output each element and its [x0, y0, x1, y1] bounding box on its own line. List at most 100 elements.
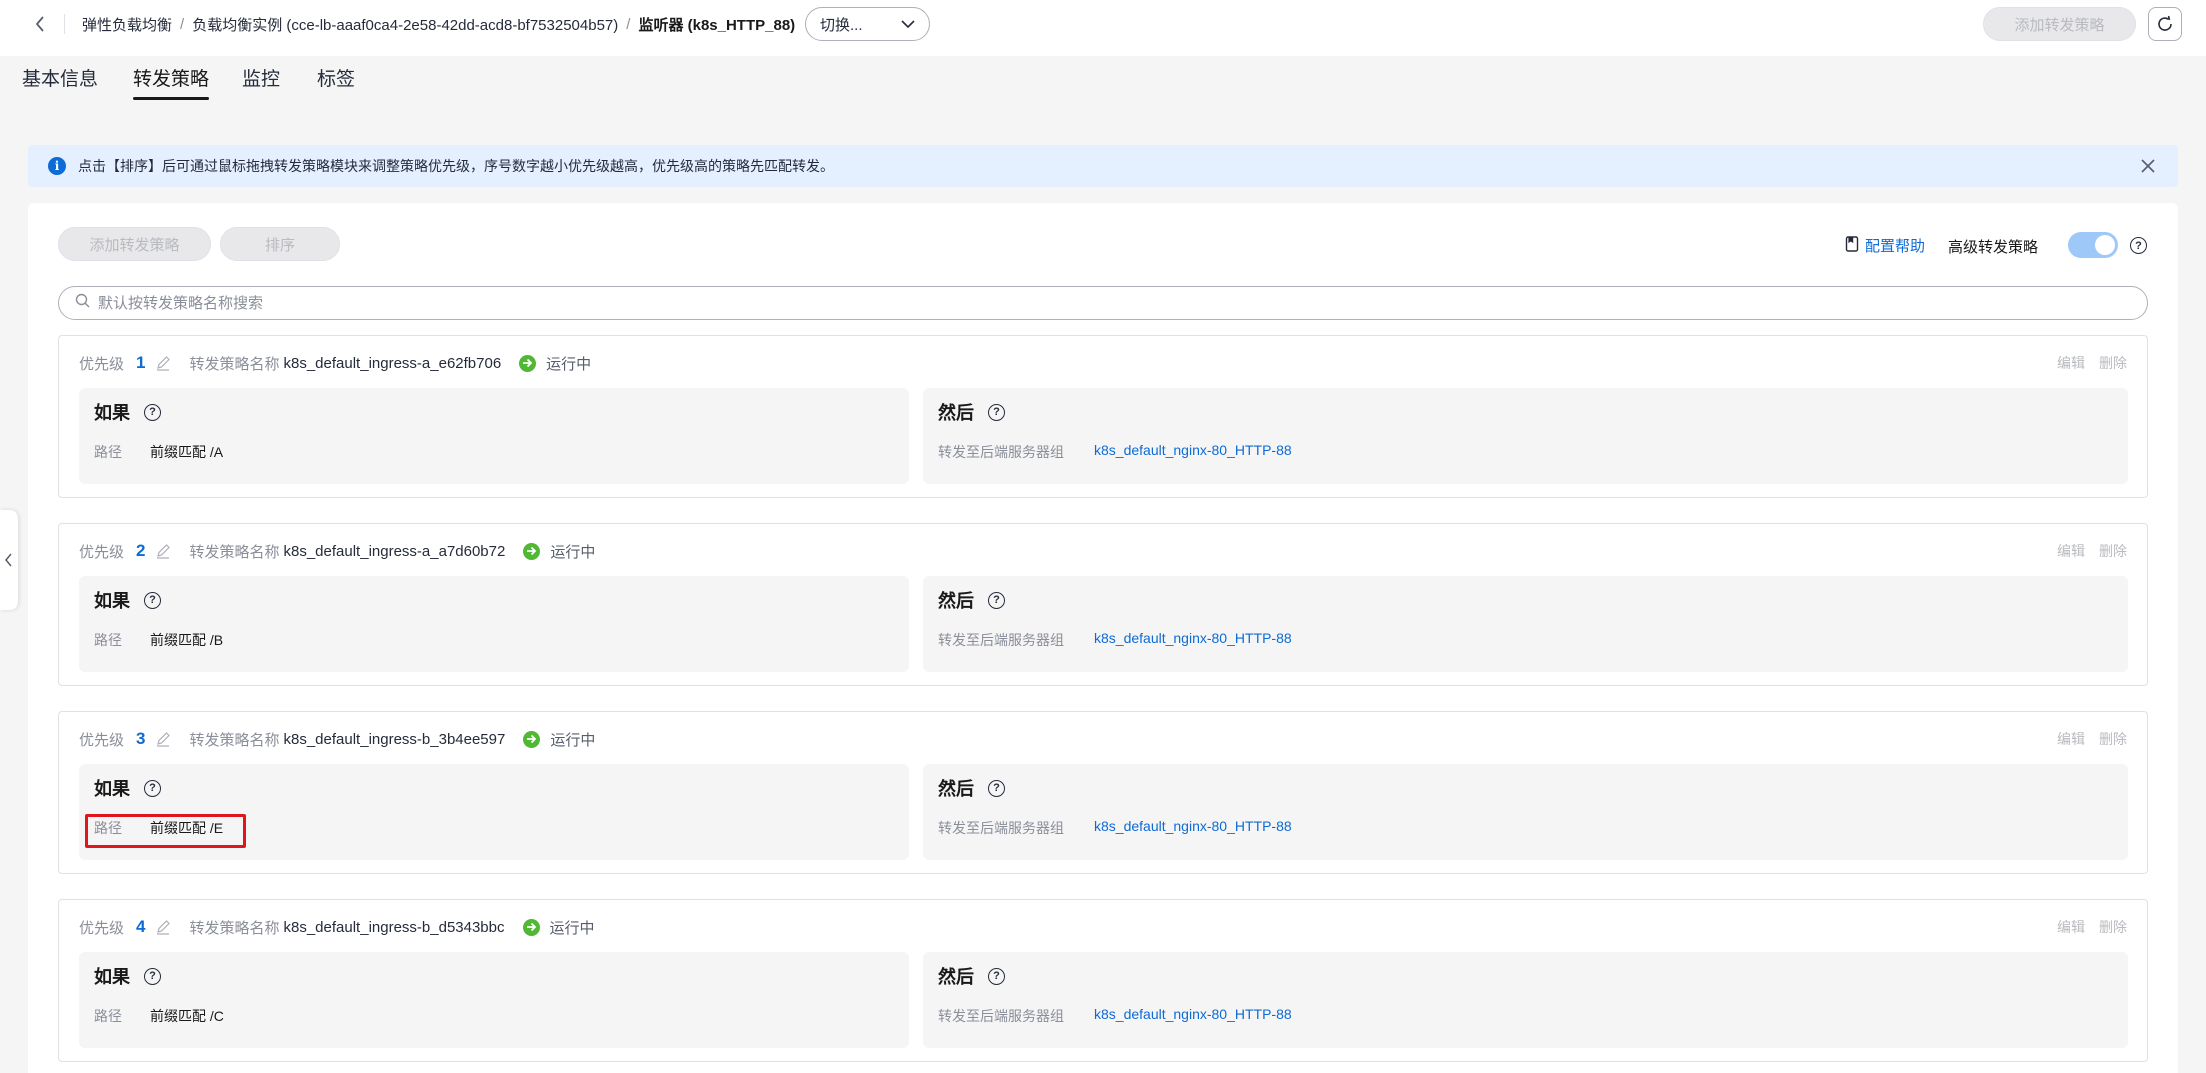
- forward-to-label: 转发至后端服务器组: [938, 632, 1064, 648]
- policy-card: 优先级 4 转发策略名称 k8s_default_ingress-b_d5343…: [58, 899, 2148, 1062]
- policy-name-label: 转发策略名称: [189, 355, 280, 373]
- edit-link[interactable]: 编辑: [2057, 353, 2085, 373]
- status-running: 运行中: [523, 541, 595, 562]
- priority-value: 3: [136, 729, 146, 748]
- advanced-policy-toggle[interactable]: [2068, 232, 2118, 258]
- priority-label: 优先级: [79, 355, 125, 373]
- path-value: 前缀匹配 /C: [150, 1008, 224, 1024]
- then-action-box: 然后? 转发至后端服务器组 k8s_default_nginx-80_HTTP-8…: [923, 952, 2128, 1048]
- close-icon[interactable]: [2138, 156, 2158, 176]
- search-bar: [58, 286, 2148, 320]
- policy-header: 优先级 2 转发策略名称 k8s_default_ingress-a_a7d60…: [79, 540, 595, 562]
- then-title: 然后: [938, 779, 974, 799]
- running-status-icon: [523, 730, 541, 748]
- running-status-icon: [522, 918, 540, 936]
- config-help-link[interactable]: 配置帮助: [1845, 235, 1925, 256]
- edit-pencil-icon[interactable]: [155, 355, 171, 371]
- policy-card: 优先级 2 转发策略名称 k8s_default_ingress-a_a7d60…: [58, 523, 2148, 686]
- policy-header: 优先级 1 转发策略名称 k8s_default_ingress-a_e62fb…: [79, 352, 591, 374]
- config-help-label: 配置帮助: [1865, 238, 1926, 255]
- question-icon[interactable]: ?: [144, 779, 161, 797]
- status-text: 运行中: [550, 543, 596, 561]
- question-icon[interactable]: ?: [988, 591, 1005, 609]
- forward-to-label: 转发至后端服务器组: [938, 1008, 1064, 1024]
- if-title: 如果: [94, 403, 130, 423]
- policy-operations: 编辑 删除: [2057, 353, 2127, 373]
- search-input[interactable]: [98, 294, 1998, 312]
- tab-basic-info[interactable]: 基本信息: [22, 64, 98, 100]
- breadcrumb-current: 监听器 (k8s_HTTP_88): [638, 16, 796, 34]
- running-status-icon: [519, 354, 537, 372]
- question-icon[interactable]: ?: [988, 779, 1005, 797]
- top-add-policy-button[interactable]: 添加转发策略: [1983, 7, 2136, 41]
- backend-group-link[interactable]: k8s_default_nginx-80_HTTP-88: [1094, 818, 1292, 838]
- policy-name-label: 转发策略名称: [189, 543, 280, 561]
- back-arrow-icon[interactable]: [26, 10, 54, 38]
- breadcrumb-lb-instance[interactable]: 负载均衡实例 (cce-lb-aaaf0ca4-2e58-42dd-acd8-b…: [192, 14, 618, 35]
- priority-value: 1: [136, 353, 146, 372]
- backend-group-link[interactable]: k8s_default_nginx-80_HTTP-88: [1094, 1006, 1292, 1026]
- edit-link[interactable]: 编辑: [2057, 729, 2085, 749]
- delete-link[interactable]: 删除: [2099, 541, 2127, 561]
- running-status-icon: [523, 542, 541, 560]
- status-text: 运行中: [546, 355, 592, 373]
- status-text: 运行中: [549, 919, 595, 937]
- question-icon[interactable]: ?: [144, 591, 161, 609]
- sort-button[interactable]: 排序: [220, 227, 340, 261]
- policy-name-value: k8s_default_ingress-a_a7d60b72: [283, 542, 506, 560]
- forward-to-label: 转发至后端服务器组: [938, 444, 1064, 460]
- edit-link[interactable]: 编辑: [2057, 541, 2085, 561]
- path-label: 路径: [94, 632, 122, 648]
- if-condition-box: 如果? 路径 前缀匹配 /E: [79, 764, 909, 860]
- add-policy-button[interactable]: 添加转发策略: [58, 227, 211, 261]
- edit-pencil-icon[interactable]: [155, 731, 171, 747]
- delete-link[interactable]: 删除: [2099, 917, 2127, 937]
- switch-listener-dropdown[interactable]: 切换...: [805, 7, 930, 41]
- refresh-icon[interactable]: [2148, 7, 2182, 41]
- top-bar: 弹性负载均衡 / 负载均衡实例 (cce-lb-aaaf0ca4-2e58-42…: [0, 0, 2206, 56]
- then-title: 然后: [938, 967, 974, 987]
- tab-forwarding-policies[interactable]: 转发策略: [133, 64, 210, 100]
- search-icon: [75, 293, 90, 313]
- path-value: 前缀匹配 /A: [150, 444, 224, 460]
- breadcrumb-elb[interactable]: 弹性负载均衡: [82, 14, 172, 35]
- policy-name-label: 转发策略名称: [189, 731, 280, 749]
- then-action-box: 然后? 转发至后端服务器组 k8s_default_nginx-80_HTTP-8…: [923, 576, 2128, 672]
- breadcrumb-separator: /: [626, 15, 631, 33]
- edit-pencil-icon[interactable]: [155, 919, 171, 935]
- priority-label: 优先级: [79, 919, 125, 937]
- delete-link[interactable]: 删除: [2099, 353, 2127, 373]
- backend-group-link[interactable]: k8s_default_nginx-80_HTTP-88: [1094, 630, 1292, 650]
- question-icon[interactable]: ?: [144, 967, 161, 985]
- tab-tags[interactable]: 标签: [317, 64, 355, 100]
- priority-value: 2: [136, 541, 146, 560]
- if-title: 如果: [94, 591, 130, 611]
- question-icon[interactable]: ?: [988, 967, 1005, 985]
- priority-label: 优先级: [79, 543, 125, 561]
- if-condition-box: 如果? 路径 前缀匹配 /C: [79, 952, 909, 1048]
- question-icon[interactable]: ?: [988, 403, 1005, 421]
- if-condition-box: 如果? 路径 前缀匹配 /A: [79, 388, 909, 484]
- breadcrumb-separator: /: [180, 15, 185, 33]
- backend-group-link[interactable]: k8s_default_nginx-80_HTTP-88: [1094, 442, 1292, 462]
- question-icon[interactable]: ?: [2130, 237, 2147, 254]
- policy-operations: 编辑 删除: [2057, 917, 2127, 937]
- divider: [64, 14, 65, 34]
- tab-monitoring[interactable]: 监控: [242, 64, 280, 100]
- edit-link[interactable]: 编辑: [2057, 917, 2085, 937]
- chevron-down-icon: [901, 16, 915, 33]
- delete-link[interactable]: 删除: [2099, 729, 2127, 749]
- document-icon: [1845, 235, 1859, 256]
- if-condition-box: 如果? 路径 前缀匹配 /B: [79, 576, 909, 672]
- path-value: 前缀匹配 /B: [150, 632, 224, 648]
- edit-pencil-icon[interactable]: [155, 543, 171, 559]
- policy-panel: 添加转发策略 排序 配置帮助 高级转发策略 ? 优先级 1 转发策略名称 k8s…: [28, 203, 2178, 1073]
- question-icon[interactable]: ?: [144, 403, 161, 421]
- sidebar-expand-handle[interactable]: [0, 510, 18, 610]
- then-action-box: 然后? 转发至后端服务器组 k8s_default_nginx-80_HTTP-8…: [923, 764, 2128, 860]
- priority-label: 优先级: [79, 731, 125, 749]
- policy-name-value: k8s_default_ingress-b_3b4ee597: [283, 730, 506, 748]
- priority-value: 4: [136, 917, 146, 936]
- if-title: 如果: [94, 779, 130, 799]
- policy-name-value: k8s_default_ingress-b_d5343bbc: [283, 918, 505, 936]
